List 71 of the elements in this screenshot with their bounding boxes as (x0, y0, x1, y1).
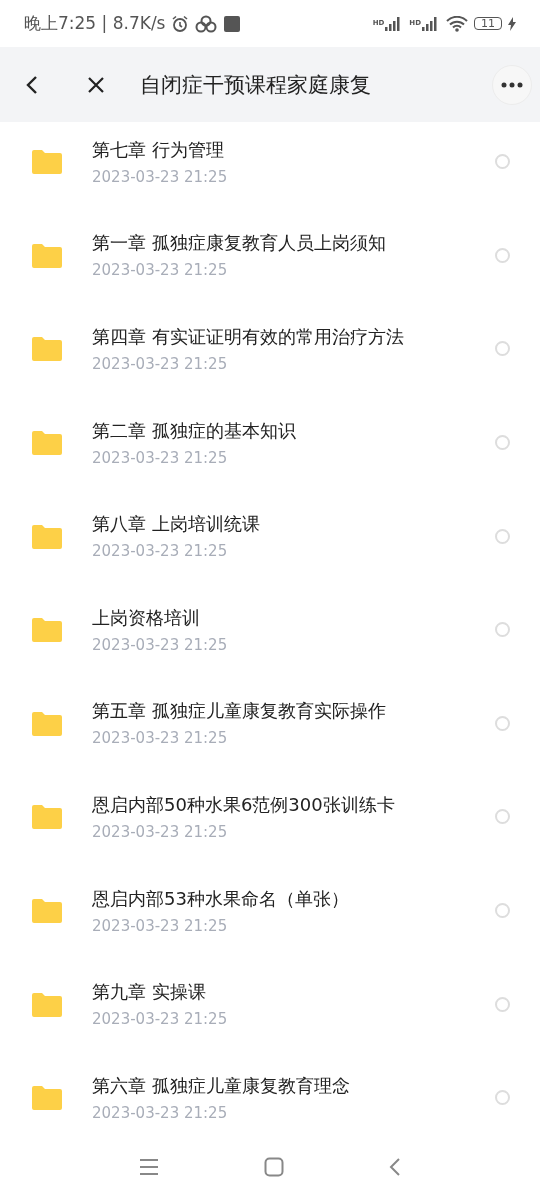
folder-name: 第九章 实操课 (92, 980, 207, 1005)
modified-date: 2023-03-23 21:25 (92, 916, 229, 935)
select-radio[interactable] (495, 1090, 510, 1106)
modified-date: 2023-03-23 21:25 (92, 729, 229, 748)
folder-row[interactable]: 第一章 孤独症康复教育人员上岗须知 2023-03-23 21:25 (0, 208, 540, 303)
folder-row[interactable]: 第二章 孤独症的基本知识 2023-03-23 21:25 (0, 395, 540, 490)
signal-icon (422, 16, 440, 31)
folder-name: 第七章 行为管理 (92, 137, 225, 162)
menu-icon (139, 1157, 159, 1176)
select-radio[interactable] (495, 154, 510, 170)
select-radio[interactable] (495, 247, 510, 263)
folder-name: 恩启内部50种水果6范例300张训练卡 (92, 792, 396, 817)
folder-name: 第六章 孤独症儿童康复教育理念 (92, 1073, 351, 1098)
select-radio[interactable] (495, 903, 510, 919)
folder-row[interactable]: 第七章 行为管理 2023-03-23 21:25 (0, 122, 540, 209)
select-radio[interactable] (495, 622, 510, 638)
folder-icon (32, 898, 62, 924)
folder-icon (32, 430, 62, 456)
folder-icon (32, 523, 62, 549)
page-title: 自闭症干预课程家庭康复 (140, 71, 372, 99)
more-button[interactable] (492, 64, 532, 105)
folder-name: 第二章 孤独症的基本知识 (92, 418, 297, 443)
select-radio[interactable] (495, 715, 510, 731)
alarm-clock-icon (171, 14, 190, 33)
modified-date: 2023-03-23 21:25 (92, 635, 229, 654)
folder-row[interactable]: 第九章 实操课 2023-03-23 21:25 (0, 957, 540, 1051)
select-radio[interactable] (495, 809, 510, 825)
cloud-icon (195, 14, 218, 33)
more-icon (501, 81, 523, 88)
modified-date: 2023-03-23 21:25 (92, 167, 229, 186)
select-radio[interactable] (495, 996, 510, 1012)
folder-row[interactable]: 恩启内部53种水果命名（单张） 2023-03-23 21:25 (0, 863, 540, 958)
folder-row[interactable]: 恩启内部50种水果6范例300张训练卡 2023-03-23 21:25 (0, 770, 540, 864)
charging-icon (508, 16, 516, 31)
folder-row[interactable]: 第五章 孤独症儿童康复教育实际操作 2023-03-23 21:25 (0, 676, 540, 771)
square-icon (223, 14, 242, 33)
folder-icon (32, 1085, 62, 1111)
modified-date: 2023-03-23 21:25 (92, 261, 229, 280)
modified-date: 2023-03-23 21:25 (92, 1010, 229, 1029)
folder-row[interactable]: 第六章 孤独症儿童康复教育理念 2023-03-23 21:25 (0, 1050, 540, 1143)
back-icon (389, 1156, 401, 1177)
modified-date: 2023-03-23 21:25 (92, 355, 229, 373)
folder-icon (32, 991, 62, 1017)
status-time: 晚上7:25 | 8.7K/s (24, 12, 166, 35)
folder-name: 第八章 上岗培训统课 (92, 512, 261, 537)
folder-name: 第五章 孤独症儿童康复教育实际操作 (92, 699, 387, 724)
folder-icon (32, 242, 62, 268)
battery-icon: 11 (474, 17, 502, 30)
folder-icon (32, 149, 62, 175)
folder-name: 第一章 孤独症康复教育人员上岗须知 (92, 231, 387, 256)
folder-icon (32, 617, 62, 643)
modified-date: 2023-03-23 21:25 (92, 448, 229, 467)
menu-button[interactable] (139, 1157, 159, 1176)
select-radio[interactable] (495, 435, 510, 451)
home-button[interactable] (264, 1156, 284, 1177)
folder-icon (32, 804, 62, 830)
folder-row[interactable]: 第四章 有实证证明有效的常用治疗方法 2023-03-23 21:25 (0, 302, 540, 396)
folder-name: 第四章 有实证证明有效的常用治疗方法 (92, 325, 405, 349)
folder-name: 上岗资格培训 (92, 605, 201, 630)
modified-date: 2023-03-23 21:25 (92, 822, 229, 841)
modified-date: 2023-03-23 21:25 (92, 542, 229, 561)
folder-row[interactable]: 第八章 上岗培训统课 2023-03-23 21:25 (0, 489, 540, 583)
select-radio[interactable] (495, 341, 510, 357)
folder-icon (32, 710, 62, 736)
folder-icon (32, 336, 62, 362)
folder-name: 恩启内部53种水果命名（单张） (92, 886, 350, 911)
select-radio[interactable] (495, 528, 510, 544)
modified-date: 2023-03-23 21:25 (92, 1103, 229, 1122)
home-icon (264, 1156, 284, 1177)
folder-row[interactable]: 上岗资格培训 2023-03-23 21:25 (0, 582, 540, 677)
wifi-icon (446, 15, 468, 32)
